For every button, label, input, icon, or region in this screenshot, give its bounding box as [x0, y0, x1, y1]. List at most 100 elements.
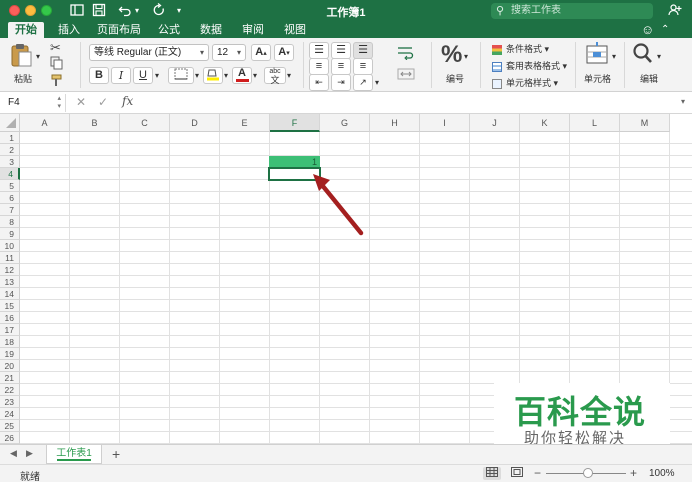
column-header-b[interactable]: B: [70, 114, 120, 132]
confirm-edit-icon[interactable]: ✓: [98, 95, 108, 109]
row-header-21[interactable]: 21: [0, 372, 20, 384]
row-header-3[interactable]: 3: [0, 156, 20, 168]
tab-formulas[interactable]: 公式: [152, 22, 186, 38]
cancel-edit-icon[interactable]: ✕: [76, 95, 86, 109]
decrease-font-button[interactable]: A▾: [274, 44, 294, 61]
column-header-m[interactable]: M: [620, 114, 670, 132]
expand-formula-bar-icon[interactable]: ▾: [681, 97, 685, 106]
merge-center-icon[interactable]: [397, 68, 415, 83]
formula-input[interactable]: [140, 94, 676, 112]
increase-font-button[interactable]: A▴: [251, 44, 271, 61]
tab-home[interactable]: 开始: [8, 22, 44, 38]
column-header-j[interactable]: J: [470, 114, 520, 132]
row-header-20[interactable]: 20: [0, 360, 20, 372]
format-painter-icon[interactable]: [50, 73, 64, 90]
row-header-16[interactable]: 16: [0, 312, 20, 324]
conditional-formatting-button[interactable]: 条件格式 ▾: [492, 42, 549, 55]
row-header-2[interactable]: 2: [0, 144, 20, 156]
select-all-button[interactable]: [0, 114, 20, 132]
next-sheet-icon[interactable]: ▶: [26, 448, 33, 459]
row-header-17[interactable]: 17: [0, 324, 20, 336]
add-sheet-button[interactable]: +: [112, 446, 120, 462]
column-header-f[interactable]: F: [270, 114, 320, 132]
normal-view-icon[interactable]: [483, 467, 501, 480]
number-dropdown-icon[interactable]: ▾: [464, 52, 468, 61]
column-header-k[interactable]: K: [520, 114, 570, 132]
paste-button[interactable]: [8, 42, 34, 70]
zoom-in-icon[interactable]: +: [630, 466, 637, 480]
bold-button[interactable]: B: [89, 67, 109, 84]
font-color-button[interactable]: A: [232, 67, 252, 84]
feedback-smiley-icon[interactable]: ☺: [641, 22, 654, 38]
row-header-18[interactable]: 18: [0, 336, 20, 348]
paste-dropdown-icon[interactable]: ▾: [36, 52, 40, 61]
orientation-button[interactable]: ↗: [353, 74, 373, 91]
fill-color-button[interactable]: [203, 67, 223, 84]
wrap-text-icon[interactable]: [397, 46, 415, 63]
name-box[interactable]: F4 ▴ ▾: [4, 94, 66, 112]
row-header-4[interactable]: 4: [0, 168, 20, 180]
row-header-19[interactable]: 19: [0, 348, 20, 360]
share-user-icon[interactable]: [668, 3, 682, 20]
row-header-22[interactable]: 22: [0, 384, 20, 396]
increase-indent-button[interactable]: ⇥: [331, 74, 351, 91]
align-top-button[interactable]: ☰: [309, 42, 329, 59]
tab-data[interactable]: 数据: [194, 22, 228, 38]
insert-function-icon[interactable]: fx: [122, 94, 133, 108]
row-header-10[interactable]: 10: [0, 240, 20, 252]
row-header-13[interactable]: 13: [0, 276, 20, 288]
name-box-dropdown-icon[interactable]: ▴ ▾: [57, 95, 61, 111]
row-header-8[interactable]: 8: [0, 216, 20, 228]
underline-button[interactable]: U: [133, 67, 153, 84]
row-header-15[interactable]: 15: [0, 300, 20, 312]
column-header-c[interactable]: C: [120, 114, 170, 132]
copy-icon[interactable]: [50, 56, 64, 73]
align-middle-button[interactable]: ☰: [331, 42, 351, 59]
cut-icon[interactable]: ✂: [50, 40, 61, 56]
row-header-1[interactable]: 1: [0, 132, 20, 144]
font-name-select[interactable]: 等线 Regular (正文) ▾: [89, 44, 209, 61]
column-header-d[interactable]: D: [170, 114, 220, 132]
align-left-button[interactable]: ≡: [309, 58, 329, 75]
column-header-h[interactable]: H: [370, 114, 420, 132]
sheet-tab-1[interactable]: 工作表1: [46, 445, 102, 464]
borders-dropdown-icon[interactable]: ▾: [195, 71, 199, 80]
row-header-11[interactable]: 11: [0, 252, 20, 264]
cells-dropdown-icon[interactable]: ▾: [612, 52, 616, 61]
tab-page-layout[interactable]: 页面布局: [94, 22, 144, 38]
row-header-26[interactable]: 26: [0, 432, 20, 444]
row-header-25[interactable]: 25: [0, 420, 20, 432]
align-bottom-button[interactable]: ☰: [353, 42, 373, 59]
column-header-g[interactable]: G: [320, 114, 370, 132]
row-header-5[interactable]: 5: [0, 180, 20, 192]
row-header-24[interactable]: 24: [0, 408, 20, 420]
page-layout-view-icon[interactable]: [508, 467, 526, 480]
row-header-12[interactable]: 12: [0, 264, 20, 276]
column-header-a[interactable]: A: [20, 114, 70, 132]
column-header-i[interactable]: I: [420, 114, 470, 132]
column-header-e[interactable]: E: [220, 114, 270, 132]
row-header-6[interactable]: 6: [0, 192, 20, 204]
font-color-dropdown-icon[interactable]: ▾: [253, 71, 257, 80]
search-input[interactable]: ⚲ 搜索工作表: [491, 3, 653, 19]
italic-button[interactable]: I: [111, 67, 131, 84]
format-as-table-button[interactable]: 套用表格格式 ▾: [492, 59, 567, 72]
orientation-dropdown-icon[interactable]: ▾: [375, 78, 379, 87]
collapse-ribbon-icon[interactable]: ⌃: [661, 22, 669, 38]
align-right-button[interactable]: ≡: [353, 58, 373, 75]
borders-button[interactable]: [168, 67, 194, 84]
phonetic-guide-button[interactable]: abc 文: [264, 67, 286, 85]
fill-color-dropdown-icon[interactable]: ▾: [224, 71, 228, 80]
zoom-slider-thumb[interactable]: [583, 468, 593, 478]
row-header-9[interactable]: 9: [0, 228, 20, 240]
align-center-button[interactable]: ≡: [331, 58, 351, 75]
prev-sheet-icon[interactable]: ◀: [10, 448, 17, 459]
cell-styles-button[interactable]: 单元格样式 ▾: [492, 76, 558, 89]
find-search-icon[interactable]: [632, 42, 654, 69]
row-header-23[interactable]: 23: [0, 396, 20, 408]
font-size-select[interactable]: 12 ▾: [212, 44, 246, 61]
editing-dropdown-icon[interactable]: ▾: [657, 52, 661, 61]
decrease-indent-button[interactable]: ⇤: [309, 74, 329, 91]
number-format-icon[interactable]: %: [441, 41, 462, 69]
row-header-7[interactable]: 7: [0, 204, 20, 216]
